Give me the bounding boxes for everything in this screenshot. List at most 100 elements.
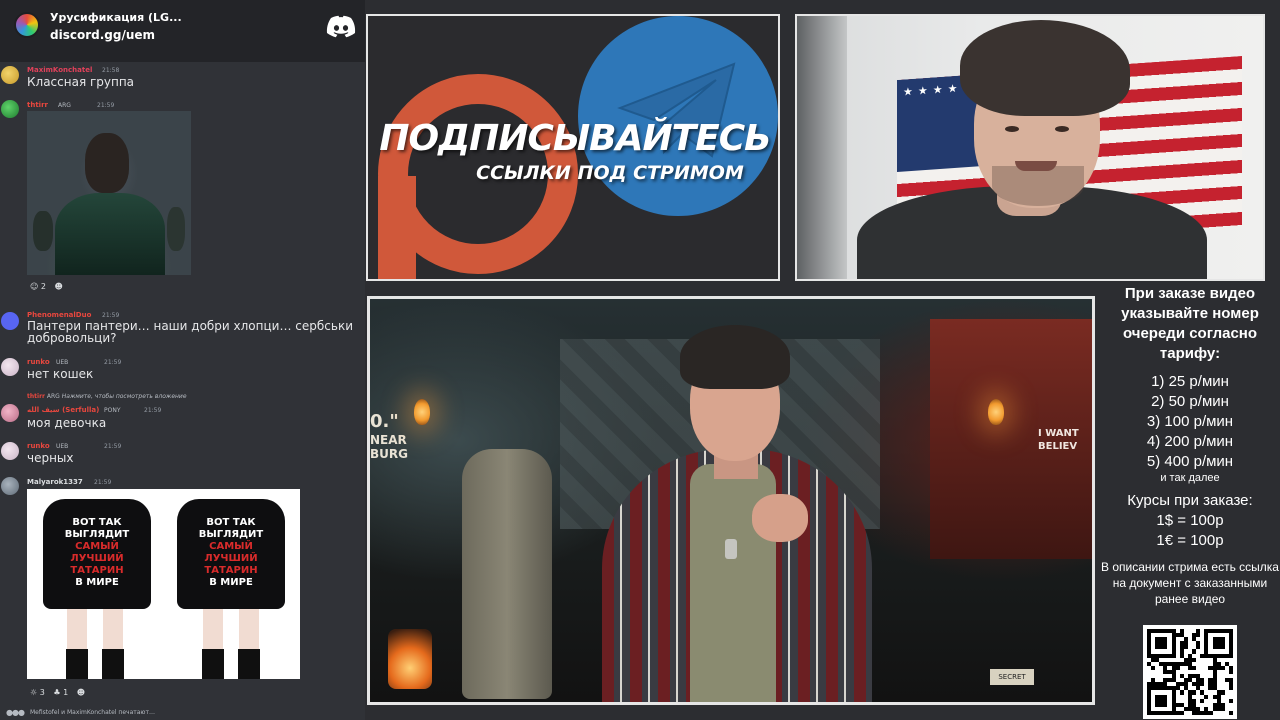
role-badge: ARG: [58, 102, 71, 109]
reaction-emoji-1[interactable]: ☼ 3: [30, 688, 45, 697]
video-sign-left: 0." NEAR BURG: [370, 411, 410, 491]
message-text: Классная группа: [27, 75, 135, 89]
print-line: В МИРЕ: [209, 577, 253, 588]
image-figure: [66, 649, 88, 679]
sign-text: 0.": [370, 411, 399, 432]
add-reaction-icon[interactable]: ☻: [77, 688, 85, 697]
lantern: [388, 629, 432, 689]
rate-item: 1$ = 100р: [1156, 512, 1224, 529]
tariff-item: 4) 200 р/мин: [1146, 433, 1234, 450]
banner-subtitle: ССЫЛКИ ПОД СТРИМОМ: [476, 162, 744, 184]
message-time: 21:58: [102, 67, 120, 74]
sign-text: I WANT: [1038, 428, 1079, 439]
image-figure: [167, 207, 185, 251]
avatar[interactable]: [1, 100, 19, 118]
message-author[interactable]: runko: [27, 358, 50, 366]
message-author[interactable]: Malyarok1337: [27, 478, 83, 486]
dog-tag: [725, 539, 737, 559]
banner-title: ПОДПИСЫВАЙТЕСЬ: [379, 118, 771, 159]
typing-text: Mefistofel и MaximKonchatel печатают…: [30, 709, 155, 716]
rate-item: 1€ = 100р: [1156, 532, 1224, 549]
info-description: В описании стрима есть ссылка на докумен…: [1101, 560, 1279, 606]
avatar[interactable]: [1, 442, 19, 460]
message-text: черных: [27, 451, 74, 465]
message-author[interactable]: runko: [27, 442, 50, 450]
print-line: ВЫГЛЯДИТ: [198, 529, 264, 540]
hanging-coat: [462, 449, 552, 699]
reply-badge: ARG: [46, 393, 60, 400]
avatar[interactable]: [1, 358, 19, 376]
rates-heading: Курсы при заказе:: [1127, 492, 1253, 509]
host-hand: [752, 494, 808, 542]
role-badge: UEB: [56, 359, 69, 366]
avatar[interactable]: [1, 312, 19, 330]
print-line: САМЫЙ: [75, 541, 119, 552]
video-player[interactable]: 0." NEAR BURG I WANT BELIEV SECRET: [367, 296, 1095, 705]
role-badge: UEB: [56, 443, 69, 450]
streamer-eye: [1005, 126, 1019, 132]
tshirt-image: ВОТ ТАК ВЫГЛЯДИТ САМЫЙ ЛУЧШИЙ ТАТАРИН В …: [43, 499, 151, 609]
tshirt-image: ВОТ ТАК ВЫГЛЯДИТ САМЫЙ ЛУЧШИЙ ТАТАРИН В …: [177, 499, 285, 609]
message-time: 21:59: [102, 312, 120, 319]
light-bulb: [988, 399, 1004, 425]
streamer-eye: [1055, 126, 1069, 132]
print-line: ТАТАРИН: [70, 565, 124, 576]
reaction-emoji-2[interactable]: ♣ 1: [53, 688, 68, 697]
subscribe-banner: ПОДПИСЫВАЙТЕСЬ ССЫЛКИ ПОД СТРИМОМ: [366, 14, 780, 281]
message-author[interactable]: MaximKonchatel: [27, 66, 92, 74]
typing-indicator: ●●● Mefistofel и MaximKonchatel печатают…: [0, 704, 365, 720]
server-name: Урусификация (LG...: [50, 11, 182, 24]
server-header[interactable]: Урусификация (LG... discord.gg/uem: [0, 0, 365, 62]
rates-list: 1$ = 100р 1€ = 100р: [1100, 511, 1280, 551]
tariff-list: 1) 25 р/мин 2) 50 р/мин 3) 100 р/мин 4) …: [1100, 372, 1280, 472]
image-figure: [102, 649, 124, 679]
tariff-item: 1) 25 р/мин: [1151, 373, 1229, 390]
sign-text: NEAR: [370, 433, 407, 447]
tshirt-print: ВОТ ТАК ВЫГЛЯДИТ САМЫЙ ЛУЧШИЙ ТАТАРИН В …: [57, 517, 137, 589]
image-attachment[interactable]: [27, 111, 191, 275]
print-line: ВЫГЛЯДИТ: [64, 529, 130, 540]
print-line: ВОТ ТАК: [206, 517, 256, 528]
reaction-count: 3: [39, 688, 45, 697]
streamer-beard: [992, 166, 1084, 206]
message-author[interactable]: سيف الله (Serfulla): [27, 406, 99, 414]
avatar[interactable]: [1, 477, 19, 495]
message-time: 21:59: [97, 102, 115, 109]
message-time: 21:59: [104, 443, 122, 450]
print-line: ЛУЧШИЙ: [204, 553, 258, 564]
message-text: Пантери пантери… наши добри хлопци… серб…: [27, 319, 353, 345]
info-heading: При заказе видео указывайте номер очеред…: [1121, 285, 1259, 362]
server-icon: [14, 12, 40, 38]
reply-text: Нажмите, чтобы посмотреть вложение: [61, 393, 187, 400]
avatar[interactable]: [1, 404, 19, 422]
avatar[interactable]: [1, 66, 19, 84]
discord-logo-icon: [326, 15, 356, 38]
discord-chat-panel: Урусификация (LG... discord.gg/uem Maxim…: [0, 0, 365, 720]
tariff-item: 3) 100 р/мин: [1146, 413, 1234, 430]
reaction-bar: ☼ 3 ♣ 1 ☻: [30, 688, 91, 697]
tariff-item: 5) 400 р/мин: [1146, 453, 1234, 470]
video-sign-right: I WANT BELIEV: [1038, 427, 1092, 453]
sign-text: BURG: [370, 447, 408, 461]
light-bulb: [414, 399, 430, 425]
reaction-face-emoji[interactable]: ☺ 2: [30, 282, 46, 291]
print-line: ЛУЧШИЙ: [70, 553, 124, 564]
sign-text: BELIEV: [1038, 441, 1078, 452]
message-author[interactable]: thtirr: [27, 101, 48, 109]
message-text: моя девочка: [27, 416, 107, 430]
image-attachment[interactable]: ВОТ ТАК ВЫГЛЯДИТ САМЫЙ ЛУЧШИЙ ТАТАРИН В …: [27, 489, 300, 679]
image-figure: [85, 133, 129, 193]
reaction-bar: ☺ 2 ☻: [30, 282, 69, 291]
tshirt-print: ВОТ ТАК ВЫГЛЯДИТ САМЫЙ ЛУЧШИЙ ТАТАРИН В …: [191, 517, 271, 589]
tariff-item: 2) 50 р/мин: [1151, 393, 1229, 410]
server-invite-link[interactable]: discord.gg/uem: [50, 28, 155, 42]
reaction-count: 1: [63, 688, 69, 697]
print-line: ВОТ ТАК: [72, 517, 122, 528]
image-figure: [238, 649, 260, 679]
qr-module: [1228, 710, 1233, 715]
role-badge: PONY: [104, 407, 121, 414]
add-reaction-icon[interactable]: ☻: [55, 282, 63, 291]
message-author[interactable]: PhenomenalDuo: [27, 311, 91, 319]
reply-preview[interactable]: thtirr ARG Нажмите, чтобы посмотреть вло…: [27, 393, 187, 400]
streamer-hair: [960, 20, 1130, 116]
